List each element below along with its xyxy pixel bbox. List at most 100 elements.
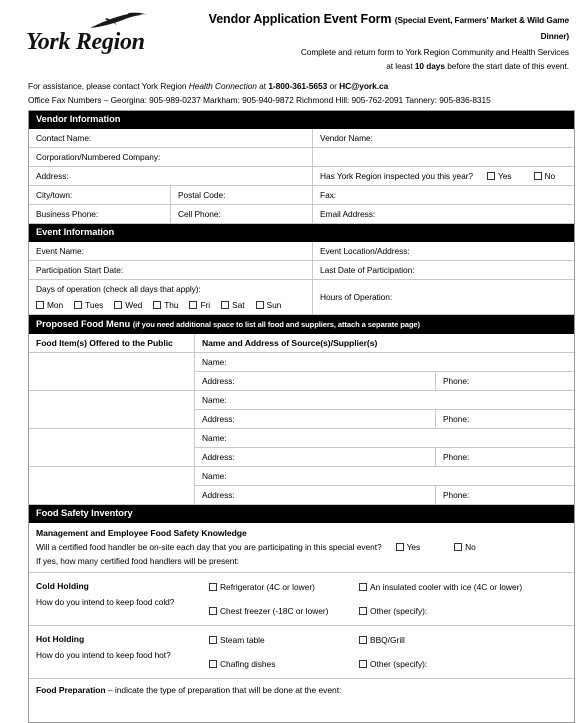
checkbox-icon[interactable] [255, 301, 264, 309]
checkbox-icon[interactable] [533, 171, 542, 180]
day-label: Wed [125, 300, 143, 310]
checkbox-day-thu[interactable]: Thu [153, 299, 179, 311]
field-food-item[interactable] [29, 391, 194, 428]
field-business-phone[interactable]: Business Phone: [29, 205, 170, 223]
checkbox-hot-steam-table[interactable]: Steam table [205, 631, 356, 649]
food-preparation-heading: Food Preparation – indicate the type of … [36, 684, 568, 697]
checkbox-inspected-no[interactable]: No [533, 170, 555, 182]
field-supplier-address[interactable]: Address: [195, 486, 435, 504]
field-event-name[interactable]: Event Name: [29, 242, 312, 260]
supplier-address-phone-row: Address: Phone: [195, 371, 574, 390]
york-region-logo: York Region [26, 8, 194, 54]
checkbox-icon[interactable] [359, 636, 367, 644]
field-cell-phone[interactable]: Cell Phone: [170, 204, 312, 223]
certified-handler-question-row: Will a certified food handler be on-site… [36, 540, 568, 554]
field-supplier-address[interactable]: Address: [195, 410, 435, 428]
field-corporation-numbered-company[interactable]: Corporation/Numbered Company: [29, 148, 312, 166]
field-food-item[interactable] [29, 353, 194, 390]
days-checkbox-list: Mon Tues Wed Thu Fri Sat Sun [36, 299, 312, 311]
field-hours-of-operation[interactable]: Hours of Operation: [312, 280, 574, 314]
hot-other-wrap[interactable]: Other (specify): [359, 659, 427, 669]
section-header-proposed-food-menu: Proposed Food Menu (if you need addition… [29, 315, 574, 334]
certified-handler-count-question[interactable]: If yes, how many certified food handlers… [36, 554, 568, 568]
checkbox-day-sun[interactable]: Sun [255, 299, 281, 311]
checkbox-hot-other[interactable]: Other (specify): [356, 655, 574, 673]
checkbox-cold-insulated-cooler[interactable]: An insulated cooler with ice (4C or lowe… [356, 578, 574, 596]
field-supplier-phone[interactable]: Phone: [435, 371, 574, 390]
field-supplier-name[interactable]: Name: [195, 353, 574, 372]
checkbox-icon[interactable] [209, 607, 217, 615]
day-label: Fri [200, 300, 211, 310]
field-supplier-name[interactable]: Name: [195, 467, 574, 486]
checkbox-icon[interactable] [209, 636, 217, 644]
field-contact-name[interactable]: Contact Name: [29, 129, 312, 147]
field-supplier-phone[interactable]: Phone: [435, 447, 574, 466]
checkbox-day-fri[interactable]: Fri [189, 299, 210, 311]
field-participation-start-date[interactable]: Participation Start Date: [29, 261, 312, 279]
table-row: Name: Address: Phone: [29, 466, 574, 505]
checkbox-day-sat[interactable]: Sat [221, 299, 245, 311]
checkbox-hot-bbq-grill[interactable]: BBQ/Grill [356, 631, 574, 649]
field-vendor-name[interactable]: Vendor Name: [312, 128, 574, 147]
hot-holding-row: Hot Holding How do you intend to keep fo… [29, 626, 574, 679]
checkbox-icon[interactable] [454, 543, 463, 551]
checkbox-certified-handler-yes[interactable]: Yes [395, 540, 420, 554]
field-fax[interactable]: Fax: [312, 185, 574, 204]
checkbox-day-mon[interactable]: Mon [36, 299, 63, 311]
field-city-town[interactable]: City/town: [29, 186, 170, 204]
field-supplier-phone[interactable]: Phone: [435, 485, 574, 504]
inspection-question-label: Has York Region inspected you this year? [320, 170, 474, 181]
field-supplier-address[interactable]: Address: [195, 448, 435, 466]
cold-refrigerator-wrap[interactable]: Refrigerator (4C or lower) [209, 582, 315, 592]
checkbox-icon[interactable] [209, 583, 217, 591]
cold-freezer-wrap[interactable]: Chest freezer (-18C or lower) [209, 606, 328, 616]
checkbox-icon[interactable] [74, 301, 83, 309]
field-address[interactable]: Address: [29, 167, 312, 185]
supplier-address-phone-row: Address: Phone: [195, 409, 574, 428]
checkbox-icon[interactable] [114, 301, 123, 309]
checkbox-icon[interactable] [221, 301, 230, 309]
field-email-address[interactable]: Email Address: [312, 204, 574, 223]
field-food-item[interactable] [29, 467, 194, 504]
hot-chafing-wrap[interactable]: Chafing dishes [209, 659, 275, 669]
checkbox-icon[interactable] [359, 583, 367, 591]
field-supplier-name[interactable]: Name: [195, 391, 574, 410]
field-corporation-blank[interactable] [312, 147, 574, 166]
checkbox-icon[interactable] [395, 543, 404, 551]
field-postal-code[interactable]: Postal Code: [170, 185, 312, 204]
field-event-location-address[interactable]: Event Location/Address: [312, 242, 574, 260]
field-last-date-participation[interactable]: Last Date of Participation: [312, 261, 574, 279]
food-safety-knowledge-block: Management and Employee Food Safety Know… [29, 523, 574, 573]
checkbox-icon[interactable] [209, 660, 217, 668]
hot-holding-option-line-2: Chafing dishes Other (specify): [205, 655, 574, 673]
field-food-item[interactable] [29, 429, 194, 466]
hot-holding-title: Hot Holding [36, 634, 85, 644]
checkbox-inspected-yes[interactable]: Yes [487, 170, 512, 182]
field-supplier-address[interactable]: Address: [195, 372, 435, 390]
field-supplier-name[interactable]: Name: [195, 429, 574, 448]
checkbox-icon[interactable] [36, 301, 44, 309]
checkbox-day-wed[interactable]: Wed [114, 299, 142, 311]
checkbox-icon[interactable] [359, 660, 367, 668]
food-preparation-block[interactable]: Food Preparation – indicate the type of … [29, 679, 574, 722]
hot-bbq-wrap[interactable]: BBQ/Grill [359, 635, 405, 645]
section-header-food-safety-inventory: Food Safety Inventory [29, 504, 574, 523]
checkbox-cold-other[interactable]: Other (specify): [356, 602, 574, 620]
row-corporation: Corporation/Numbered Company: [29, 147, 574, 167]
field-supplier-phone[interactable]: Phone: [435, 409, 574, 428]
checkbox-day-tues[interactable]: Tues [74, 299, 103, 311]
checkbox-icon[interactable] [359, 607, 367, 615]
checkbox-icon[interactable] [153, 301, 162, 309]
page-title: Vendor Application Event Form (Special E… [194, 12, 569, 44]
field-inspection: Has York Region inspected you this year?… [312, 166, 574, 185]
checkbox-certified-handler-no[interactable]: No [454, 540, 476, 554]
checkbox-hot-chafing-dishes[interactable]: Chafing dishes [205, 655, 356, 673]
checkbox-icon[interactable] [189, 301, 198, 309]
cold-cooler-wrap[interactable]: An insulated cooler with ice (4C or lowe… [359, 582, 522, 592]
hot-chafing-label: Chafing dishes [220, 659, 276, 669]
checkbox-icon[interactable] [487, 171, 496, 180]
cold-other-wrap[interactable]: Other (specify): [359, 606, 427, 616]
checkbox-cold-chest-freezer[interactable]: Chest freezer (-18C or lower) [205, 602, 356, 620]
checkbox-cold-refrigerator[interactable]: Refrigerator (4C or lower) [205, 578, 356, 596]
hot-steam-wrap[interactable]: Steam table [209, 635, 265, 645]
